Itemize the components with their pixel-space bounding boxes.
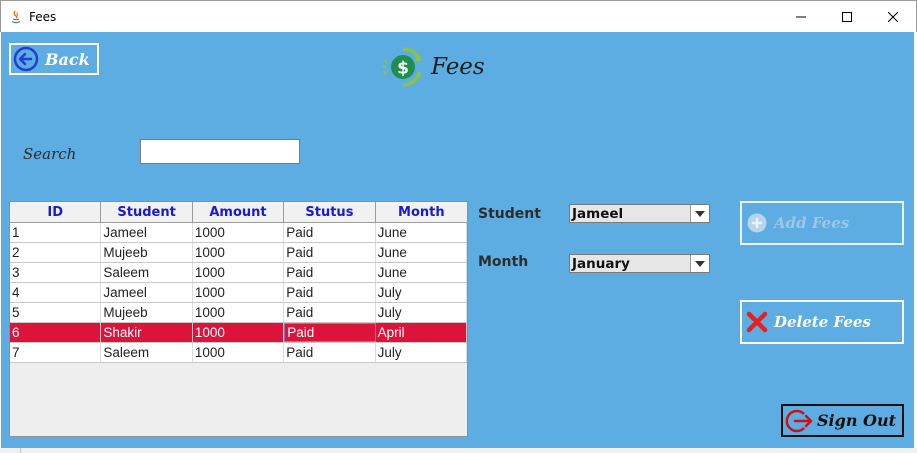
divider <box>20 448 21 453</box>
table-row[interactable]: 5 Mujeeb 1000 Paid July <box>10 303 467 323</box>
table-cell[interactable]: 5 <box>10 303 102 322</box>
back-label: Back <box>45 49 90 69</box>
search-label: Search <box>23 145 77 163</box>
caret-down-icon[interactable] <box>690 255 709 272</box>
close-icon <box>888 12 898 22</box>
table-cell[interactable]: Saleem <box>101 343 193 362</box>
minimize-icon <box>796 16 806 18</box>
java-icon <box>8 9 24 25</box>
table-body: 1 Jameel 1000 Paid June 2 Mujeeb 1000 Paid June 3 S… <box>10 223 467 363</box>
table-row[interactable]: 4 Jameel 1000 Paid July <box>10 283 467 303</box>
table-cell[interactable]: 1 <box>10 223 102 242</box>
fees-table: ID Student Amount Stutus Month 1 Jameel 1000 Pa… <box>9 201 468 437</box>
table-row[interactable]: 3 Saleem 1000 Paid June <box>10 263 467 283</box>
table-cell[interactable]: Paid <box>284 243 376 262</box>
close-button[interactable] <box>870 1 916 33</box>
search-input[interactable] <box>140 139 300 164</box>
table-cell[interactable]: Saleem <box>101 263 193 282</box>
table-cell[interactable]: Paid <box>284 323 376 342</box>
table-cell[interactable]: 1000 <box>193 303 285 322</box>
table-row[interactable]: 6 Shakir 1000 Paid April <box>10 323 467 343</box>
table-cell[interactable]: July <box>376 303 467 322</box>
column-header[interactable]: Student <box>101 202 193 223</box>
column-header[interactable]: ID <box>10 202 102 223</box>
table-row[interactable]: 2 Mujeeb 1000 Paid June <box>10 243 467 263</box>
table-cell[interactable]: June <box>376 243 467 262</box>
table-cell[interactable]: 7 <box>10 343 102 362</box>
month-select-value: January <box>572 255 630 272</box>
sign-out-label: Sign Out <box>817 411 896 430</box>
sign-out-button[interactable]: Sign Out <box>781 404 904 437</box>
back-arrow-circle-icon <box>13 46 39 72</box>
column-header[interactable]: Amount <box>193 202 285 223</box>
page-header: $ Fees <box>381 45 485 89</box>
table-cell[interactable]: Paid <box>284 263 376 282</box>
table-cell[interactable]: 1000 <box>193 243 285 262</box>
table-cell[interactable]: 1000 <box>193 223 285 242</box>
column-header[interactable]: Month <box>376 202 467 223</box>
svg-text:$: $ <box>397 59 409 79</box>
dollar-refresh-icon: $ <box>382 47 422 87</box>
table-row[interactable]: 7 Saleem 1000 Paid July <box>10 343 467 363</box>
table-cell[interactable]: 3 <box>10 263 102 282</box>
table-cell[interactable]: Paid <box>284 283 376 302</box>
month-label: Month <box>478 254 529 270</box>
table-cell[interactable]: Mujeeb <box>101 243 193 262</box>
table-cell[interactable]: June <box>376 263 467 282</box>
student-label: Student <box>478 206 541 222</box>
table-cell[interactable]: 2 <box>10 243 102 262</box>
table-cell[interactable]: 1000 <box>193 263 285 282</box>
add-fees-button[interactable]: Add Fees <box>740 201 904 245</box>
table-cell[interactable]: Shakir <box>101 323 193 342</box>
main-panel: Back $ Fees Search ID Student Amount Stutus… <box>1 32 914 448</box>
table-cell[interactable]: 1000 <box>193 323 285 342</box>
table-cell[interactable]: 1000 <box>193 343 285 362</box>
delete-fees-label: Delete Fees <box>774 313 871 331</box>
student-select[interactable]: Jameel <box>569 204 710 223</box>
table-cell[interactable]: July <box>376 343 467 362</box>
table-cell[interactable]: 6 <box>10 323 102 342</box>
table-cell[interactable]: Mujeeb <box>101 303 193 322</box>
window-bottom-edge <box>0 448 917 453</box>
table-cell[interactable]: Jameel <box>101 223 193 242</box>
exit-icon <box>785 409 813 432</box>
table-cell[interactable]: Paid <box>284 343 376 362</box>
caret-down-icon[interactable] <box>690 205 709 222</box>
table-cell[interactable]: 1000 <box>193 283 285 302</box>
maximize-button[interactable] <box>824 1 870 33</box>
window-title: Fees <box>29 10 57 24</box>
maximize-icon <box>842 12 852 22</box>
delete-fees-button[interactable]: Delete Fees <box>740 300 904 344</box>
plus-circle-icon <box>747 213 767 233</box>
x-icon <box>746 311 768 333</box>
table-cell[interactable]: Paid <box>284 223 376 242</box>
minimize-button[interactable] <box>778 1 824 33</box>
title-bar: Fees <box>0 0 917 32</box>
month-select[interactable]: January <box>569 254 710 273</box>
table-cell[interactable]: June <box>376 223 467 242</box>
table-cell[interactable]: 4 <box>10 283 102 302</box>
table-cell[interactable]: July <box>376 283 467 302</box>
table-cell[interactable]: Paid <box>284 303 376 322</box>
page-title: Fees <box>431 54 485 80</box>
add-fees-label: Add Fees <box>774 214 850 232</box>
student-select-value: Jameel <box>572 205 624 222</box>
table-cell[interactable]: April <box>376 323 467 342</box>
table-header: ID Student Amount Stutus Month <box>10 202 467 223</box>
back-button[interactable]: Back <box>9 43 99 75</box>
table-row[interactable]: 1 Jameel 1000 Paid June <box>10 223 467 243</box>
column-header[interactable]: Stutus <box>284 202 376 223</box>
table-cell[interactable]: Jameel <box>101 283 193 302</box>
